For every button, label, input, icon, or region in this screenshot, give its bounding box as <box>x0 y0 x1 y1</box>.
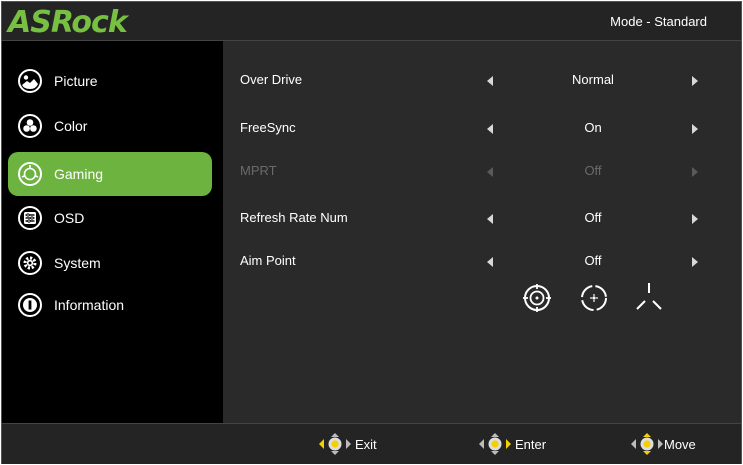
footer-bar: Exit Enter Move <box>2 423 741 464</box>
sidebar-item-label: System <box>54 255 101 271</box>
sidebar-item-label: OSD <box>54 210 85 226</box>
joystick-updown-icon <box>631 433 663 455</box>
setting-row-mprt: MPRT Off <box>223 157 741 187</box>
sidebar-item-gaming[interactable]: Gaming <box>8 152 212 196</box>
crosshair-circle-icon[interactable] <box>520 281 554 315</box>
osd-window: ASRock Mode - Standard Picture Color Gam… <box>1 1 742 464</box>
sidebar-item-label: Picture <box>54 73 98 89</box>
arrow-right-icon[interactable] <box>692 214 698 224</box>
setting-value: Off <box>584 163 602 178</box>
setting-row-over-drive[interactable]: Over Drive Normal <box>223 66 741 96</box>
arrow-left-icon <box>487 167 493 177</box>
asrock-logo: ASRock <box>8 5 128 40</box>
aim-point-options <box>520 281 680 321</box>
arrow-right-icon[interactable] <box>692 257 698 267</box>
sidebar-item-label: Information <box>54 297 125 313</box>
mode-indicator: Mode - Standard <box>610 14 707 29</box>
joystick-right-icon <box>479 433 511 455</box>
arrow-left-icon[interactable] <box>487 257 493 267</box>
setting-row-freesync[interactable]: FreeSync On <box>223 114 741 144</box>
picture-icon <box>18 69 42 93</box>
arrow-right-icon[interactable] <box>692 124 698 134</box>
sidebar-item-color[interactable]: Color <box>8 104 212 148</box>
sidebar-item-system[interactable]: System <box>8 241 212 285</box>
dot-circle-icon[interactable] <box>577 281 611 315</box>
setting-value: Off <box>584 210 602 225</box>
information-icon <box>18 293 42 317</box>
setting-value: On <box>584 120 602 135</box>
setting-row-refresh-rate-num[interactable]: Refresh Rate Num Off <box>223 204 741 234</box>
arrow-right-icon[interactable] <box>692 76 698 86</box>
sidebar-item-label: Gaming <box>54 166 104 182</box>
sidebar-item-label: Color <box>54 118 88 134</box>
setting-label: Refresh Rate Num <box>240 210 348 225</box>
sidebar-item-picture[interactable]: Picture <box>8 59 212 103</box>
osd-icon <box>18 206 42 230</box>
arrow-left-icon[interactable] <box>487 76 493 86</box>
setting-value: Off <box>584 253 602 268</box>
setting-label: Aim Point <box>240 253 296 268</box>
setting-label: Over Drive <box>240 72 303 87</box>
exit-label: Exit <box>355 437 377 452</box>
sidebar-item-information[interactable]: Information <box>8 283 212 327</box>
setting-label: MPRT <box>240 163 277 178</box>
sidebar-item-osd[interactable]: OSD <box>8 196 212 240</box>
color-icon <box>18 114 42 138</box>
joystick-left-icon <box>319 433 351 455</box>
settings-panel: Over Drive Normal FreeSync On MPRT Off R… <box>223 41 741 423</box>
move-label: Move <box>664 437 696 452</box>
setting-row-aim-point[interactable]: Aim Point Off <box>223 247 741 277</box>
header-bar: ASRock Mode - Standard <box>2 2 741 41</box>
arrow-left-icon[interactable] <box>487 214 493 224</box>
sidebar-menu: Picture Color Gaming OSD System Informat… <box>2 41 223 423</box>
enter-label: Enter <box>515 437 547 452</box>
system-icon <box>18 251 42 275</box>
gaming-icon <box>18 162 42 186</box>
setting-value: Normal <box>572 72 614 87</box>
setting-label: FreeSync <box>240 120 296 135</box>
arrow-left-icon[interactable] <box>487 124 493 134</box>
arrow-right-icon <box>692 167 698 177</box>
tri-line-crosshair-icon[interactable] <box>632 281 666 315</box>
